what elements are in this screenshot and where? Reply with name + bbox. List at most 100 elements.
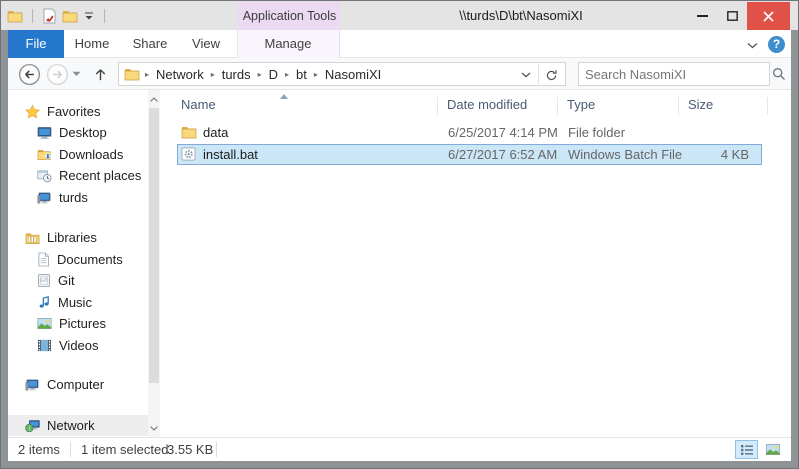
close-button[interactable]	[747, 2, 790, 30]
help-button[interactable]	[768, 36, 785, 53]
column-headers: Name Date modified Type Size	[160, 94, 791, 119]
sidebar-item-label: Computer	[47, 377, 104, 392]
search-button[interactable]	[767, 67, 791, 81]
sidebar-item-computer[interactable]: Computer	[8, 374, 148, 395]
window-title: \\turds\D\bt\NasomiXI	[351, 1, 691, 30]
selection-size: 3.55 KB	[167, 438, 213, 461]
column-header-size[interactable]: Size	[688, 97, 713, 112]
computer-icon	[37, 191, 52, 205]
qat-customize-button[interactable]	[81, 6, 97, 26]
sidebar-scrollbar[interactable]	[148, 90, 160, 437]
back-button[interactable]	[17, 62, 41, 86]
large-icons-view-icon	[765, 443, 781, 456]
sidebar-item-documents[interactable]: Documents	[8, 249, 148, 270]
search-box	[578, 62, 770, 86]
maximize-button[interactable]	[717, 2, 747, 29]
column-divider[interactable]	[678, 97, 679, 115]
sidebar-item-label: Videos	[59, 338, 99, 353]
recent-locations-button[interactable]	[68, 62, 84, 86]
window-body: File Home Share View Manage	[8, 30, 791, 461]
tab-view-label: View	[192, 36, 220, 51]
sidebar-item-network[interactable]: Network	[8, 415, 148, 436]
qat-properties-button[interactable]	[39, 6, 59, 26]
sidebar-item-git[interactable]: GIT Git	[8, 270, 148, 291]
sidebar-item-label: Music	[58, 295, 92, 310]
scrollbar-thumb[interactable]	[149, 108, 159, 383]
breadcrumb: Network turds D bt NasomiXI	[142, 67, 385, 82]
sidebar-item-libraries[interactable]: Libraries	[8, 227, 148, 248]
forward-button[interactable]	[45, 62, 69, 86]
ribbon-expand-button[interactable]	[747, 37, 758, 52]
column-divider[interactable]	[557, 97, 558, 115]
sidebar-item-desktop[interactable]: Desktop	[8, 122, 148, 143]
chevron-down-icon	[72, 71, 81, 77]
up-arrow-icon	[93, 67, 108, 82]
address-dropdown-button[interactable]	[514, 64, 538, 86]
computer-icon	[25, 378, 40, 392]
ribbon-tab-bar: File Home Share View Manage	[8, 30, 791, 58]
qat-new-folder-button[interactable]	[60, 6, 80, 26]
tab-home[interactable]: Home	[72, 30, 112, 58]
close-icon	[763, 11, 774, 22]
sidebar-item-recent-places[interactable]: Recent places	[8, 165, 148, 186]
tab-manage[interactable]: Manage	[258, 30, 318, 58]
minimize-button[interactable]	[687, 2, 717, 29]
sidebar-item-turds[interactable]: turds	[8, 187, 148, 208]
details-view-icon	[740, 444, 754, 456]
tab-view[interactable]: View	[186, 30, 226, 58]
forward-icon	[46, 63, 69, 86]
up-button[interactable]	[88, 62, 112, 86]
status-separator	[216, 442, 217, 457]
folder-icon	[7, 9, 23, 23]
breadcrumb-d[interactable]: D	[265, 67, 282, 82]
scroll-up-button[interactable]	[148, 92, 160, 106]
sidebar-item-label: Pictures	[59, 316, 106, 331]
search-icon	[772, 67, 786, 81]
file-size	[651, 123, 749, 142]
music-icon	[37, 295, 51, 310]
column-header-name[interactable]: Name	[181, 97, 216, 112]
column-divider[interactable]	[437, 97, 438, 115]
search-input[interactable]	[579, 67, 767, 82]
breadcrumb-separator-icon[interactable]	[282, 70, 292, 79]
sidebar-item-videos[interactable]: Videos	[8, 335, 148, 356]
file-row-install-bat[interactable]: install.bat 6/27/2017 6:52 AM Windows Ba…	[177, 144, 762, 165]
document-icon	[37, 252, 50, 267]
breadcrumb-turds[interactable]: turds	[218, 67, 255, 82]
pictures-icon	[37, 317, 52, 330]
tab-share[interactable]: Share	[130, 30, 170, 58]
chevron-up-icon	[150, 97, 158, 102]
file-row-data[interactable]: data 6/25/2017 4:14 PM File folder	[177, 122, 762, 143]
window-system-icon[interactable]	[5, 6, 25, 26]
tab-file[interactable]: File	[8, 30, 64, 58]
breadcrumb-separator-icon[interactable]	[255, 70, 265, 79]
sidebar-item-music[interactable]: Music	[8, 292, 148, 313]
videos-icon	[37, 339, 52, 352]
details-view-button[interactable]	[735, 440, 758, 459]
address-breadcrumb-box[interactable]: Network turds D bt NasomiXI	[118, 62, 566, 86]
breadcrumb-separator-icon[interactable]	[208, 70, 218, 79]
star-icon	[25, 104, 40, 119]
breadcrumb-separator-icon[interactable]	[311, 70, 321, 79]
file-date-modified: 6/27/2017 6:52 AM	[448, 145, 557, 164]
breadcrumb-nasomixi[interactable]: NasomiXI	[321, 67, 385, 82]
column-header-date[interactable]: Date modified	[447, 97, 527, 112]
sidebar-item-favorites[interactable]: Favorites	[8, 101, 148, 122]
sidebar-item-downloads[interactable]: Downloads	[8, 144, 148, 165]
status-separator	[70, 442, 71, 457]
large-icons-view-button[interactable]	[761, 440, 784, 459]
sidebar-item-pictures[interactable]: Pictures	[8, 313, 148, 334]
breadcrumb-separator-icon[interactable]	[142, 70, 152, 79]
application-tools-banner: Application Tools	[238, 1, 341, 30]
breadcrumb-bt[interactable]: bt	[292, 67, 311, 82]
sidebar-item-label: turds	[59, 190, 88, 205]
column-divider[interactable]	[767, 97, 768, 115]
breadcrumb-network[interactable]: Network	[152, 67, 208, 82]
file-date-modified: 6/25/2017 4:14 PM	[448, 123, 558, 142]
refresh-button[interactable]	[538, 64, 564, 86]
column-header-type[interactable]: Type	[567, 97, 595, 112]
batch-file-icon	[181, 147, 196, 166]
scroll-down-button[interactable]	[148, 421, 160, 435]
recent-places-icon	[37, 169, 52, 183]
minimize-icon	[697, 15, 708, 17]
